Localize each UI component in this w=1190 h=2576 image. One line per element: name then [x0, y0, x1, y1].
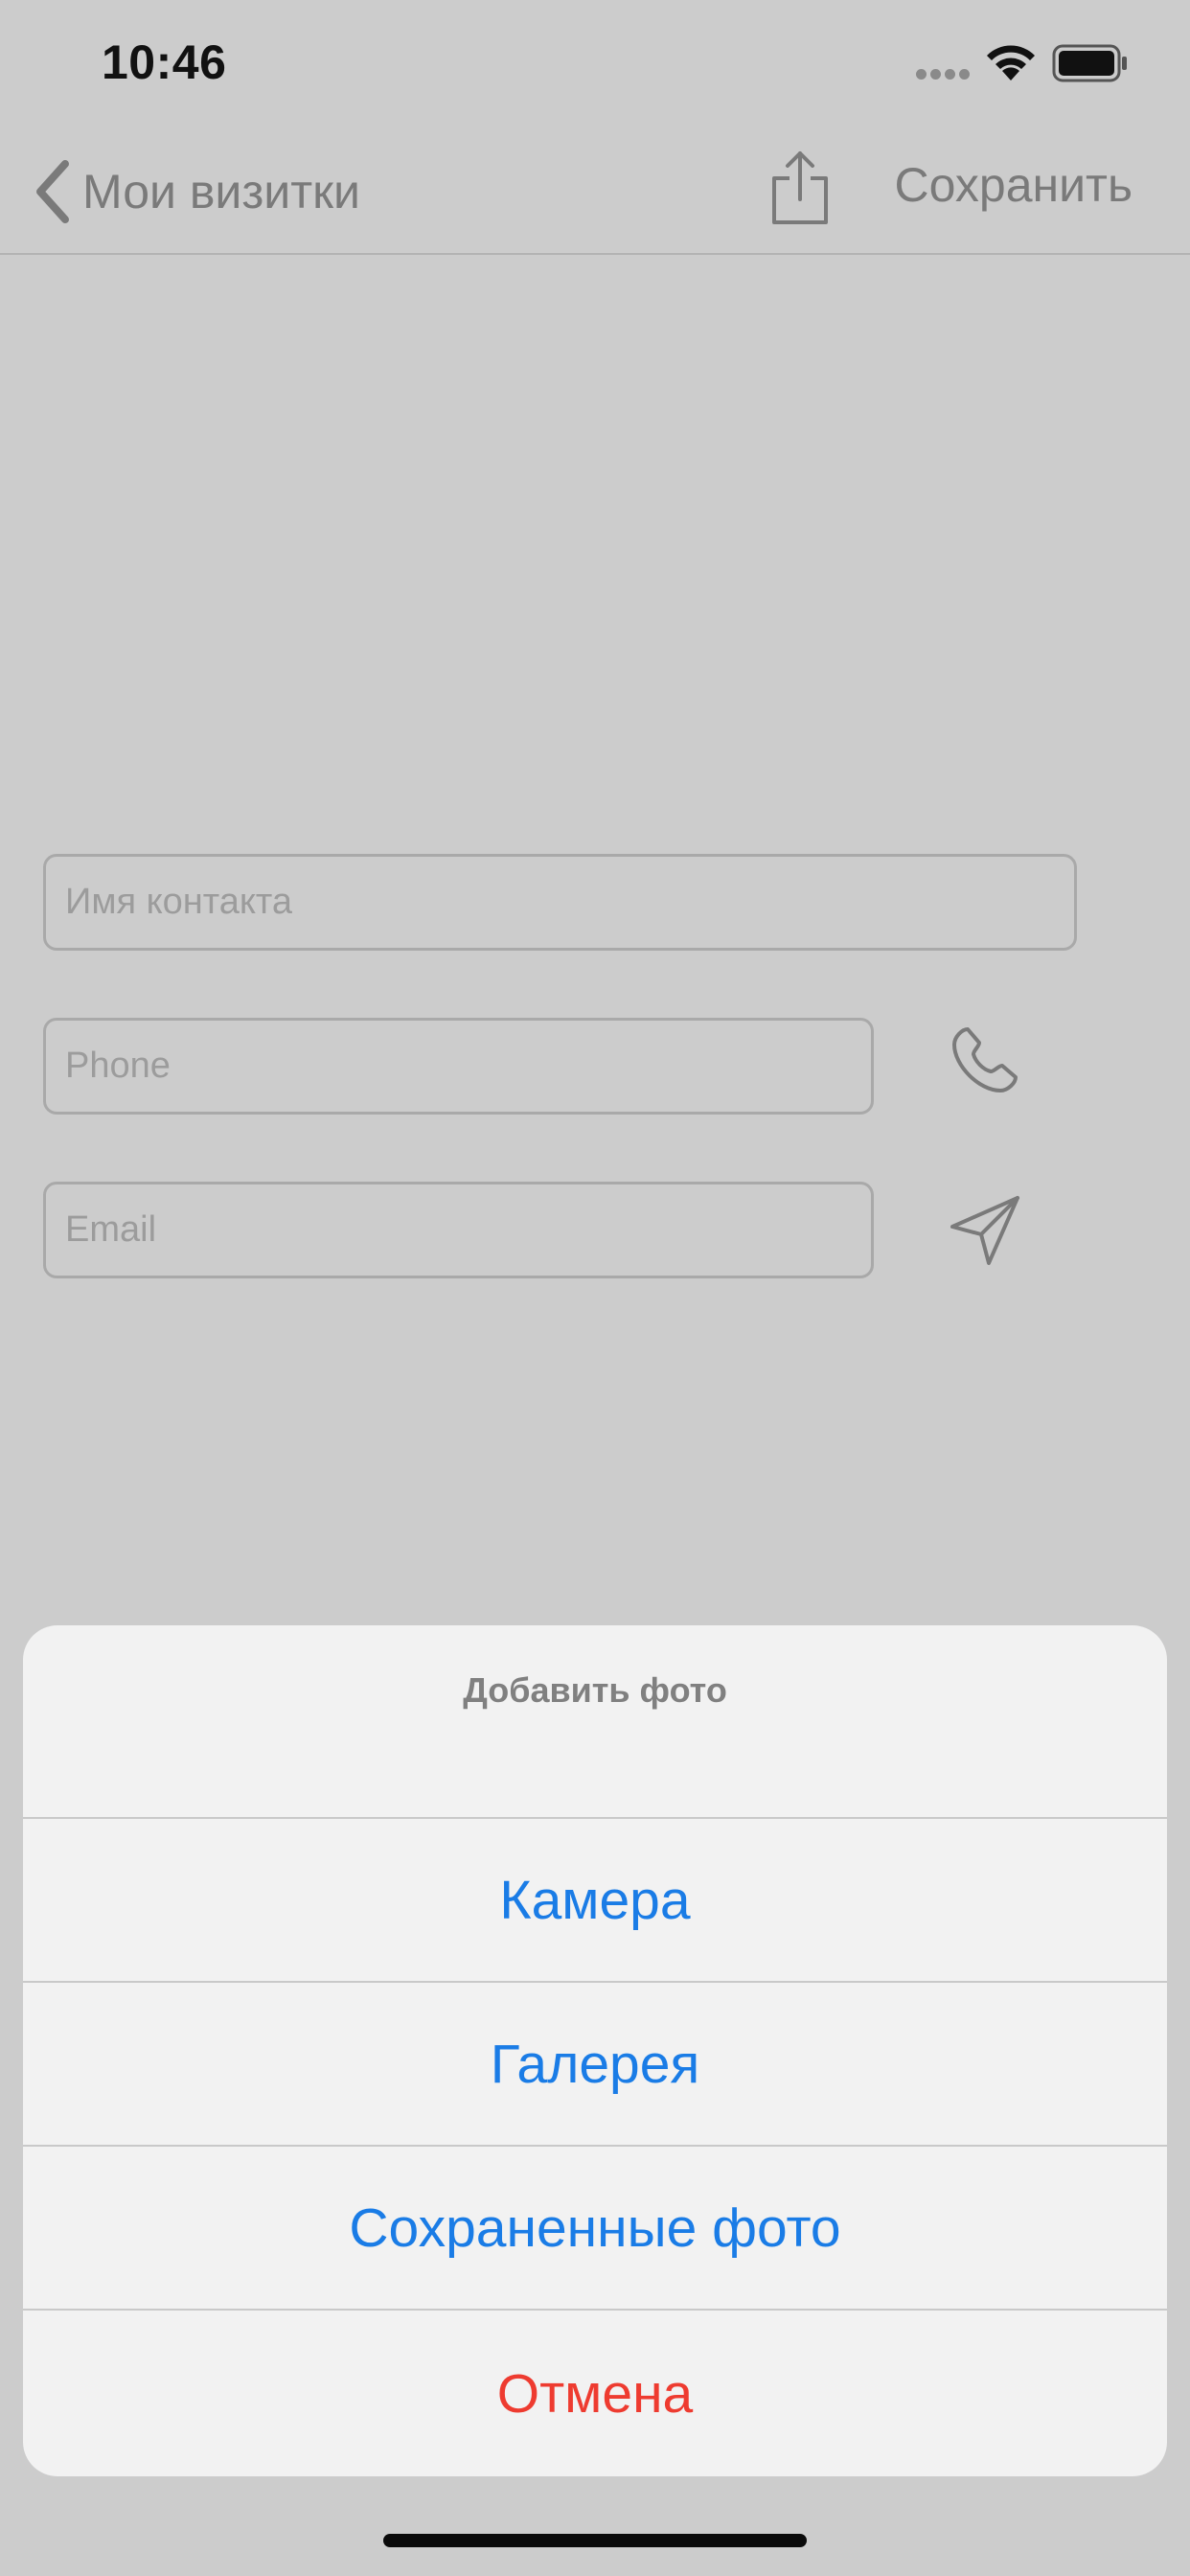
saved-photos-button[interactable]: Сохраненные фото: [23, 2145, 1167, 2309]
email-field[interactable]: [43, 1182, 874, 1278]
paper-plane-icon[interactable]: [947, 1192, 1023, 1269]
gallery-button[interactable]: Галерея: [23, 1981, 1167, 2145]
home-indicator[interactable]: [383, 2534, 807, 2547]
cancel-button[interactable]: Отмена: [23, 2309, 1167, 2476]
share-icon[interactable]: [767, 150, 834, 228]
phone-icon[interactable]: [949, 1024, 1021, 1096]
back-button[interactable]: Мои визитки: [31, 153, 360, 230]
cellular-signal-icon: [916, 69, 970, 80]
action-sheet-title: Добавить фото: [463, 1670, 727, 1710]
battery-icon: [1052, 44, 1127, 82]
phone-field[interactable]: [43, 1018, 874, 1115]
back-button-label: Мои визитки: [82, 165, 360, 218]
save-button[interactable]: Сохранить: [895, 157, 1133, 213]
contact-name-field[interactable]: [43, 854, 1077, 951]
chevron-left-icon: [36, 160, 69, 223]
camera-button[interactable]: Камера: [23, 1817, 1167, 1981]
add-photo-action-sheet: Добавить фото Камера Галерея Сохраненные…: [23, 1625, 1167, 2476]
wifi-icon: [987, 45, 1035, 80]
nav-divider: [0, 253, 1190, 255]
status-time: 10:46: [102, 35, 227, 89]
